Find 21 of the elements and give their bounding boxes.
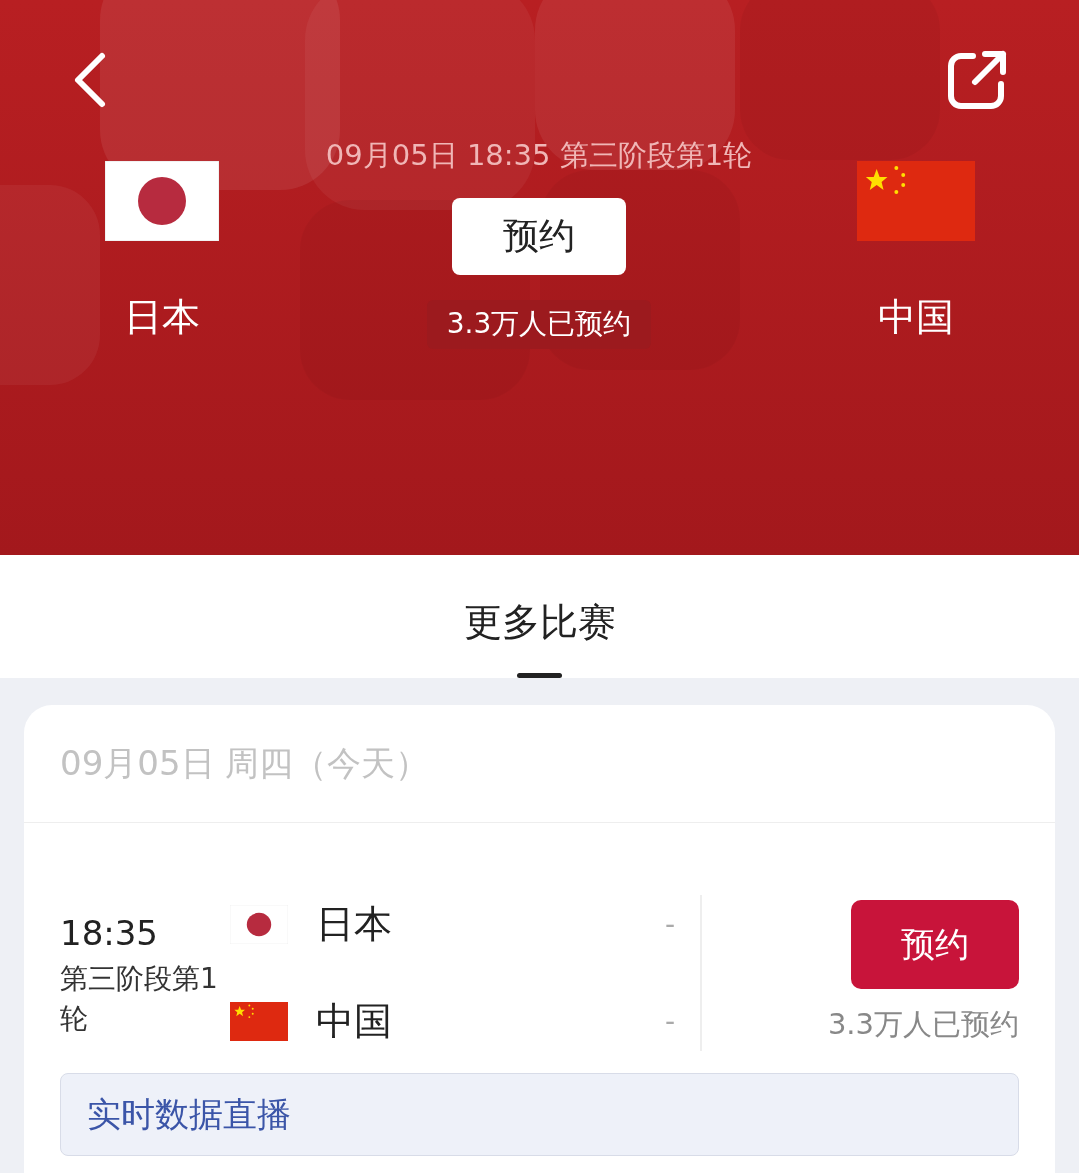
live-data-link[interactable]: 实时数据直播 xyxy=(60,1073,1019,1156)
share-icon[interactable] xyxy=(945,48,1009,112)
day-date: 09月05日 周四（今天） xyxy=(24,705,1055,823)
match-time: 18:35 xyxy=(60,911,159,955)
japan-flag-icon xyxy=(105,161,220,241)
team-name: 中国 xyxy=(877,294,954,341)
team-name: 日本 xyxy=(316,901,393,948)
team-name: 中国 xyxy=(316,998,393,1045)
tab[interactable]: 更多比赛 xyxy=(463,594,616,651)
match-stage: 第三阶段第1轮 xyxy=(60,960,219,1037)
reserve-count: 3.3万人已预约 xyxy=(827,1005,1019,1043)
reserve-count: 3.3万人已预约 xyxy=(426,299,652,349)
japan-flag-icon xyxy=(230,905,288,944)
china-flag-icon xyxy=(230,1002,288,1041)
china-flag-icon xyxy=(856,161,975,241)
team-score: - xyxy=(664,1003,675,1040)
reserve-button[interactable]: 预约 xyxy=(851,899,1019,989)
team-score: - xyxy=(664,906,675,943)
team-name: 日本 xyxy=(124,294,201,341)
reserve-button[interactable]: 预约 xyxy=(452,197,626,275)
match-datetime: 09月05日 18:35 第三阶段第1轮 xyxy=(325,137,753,174)
